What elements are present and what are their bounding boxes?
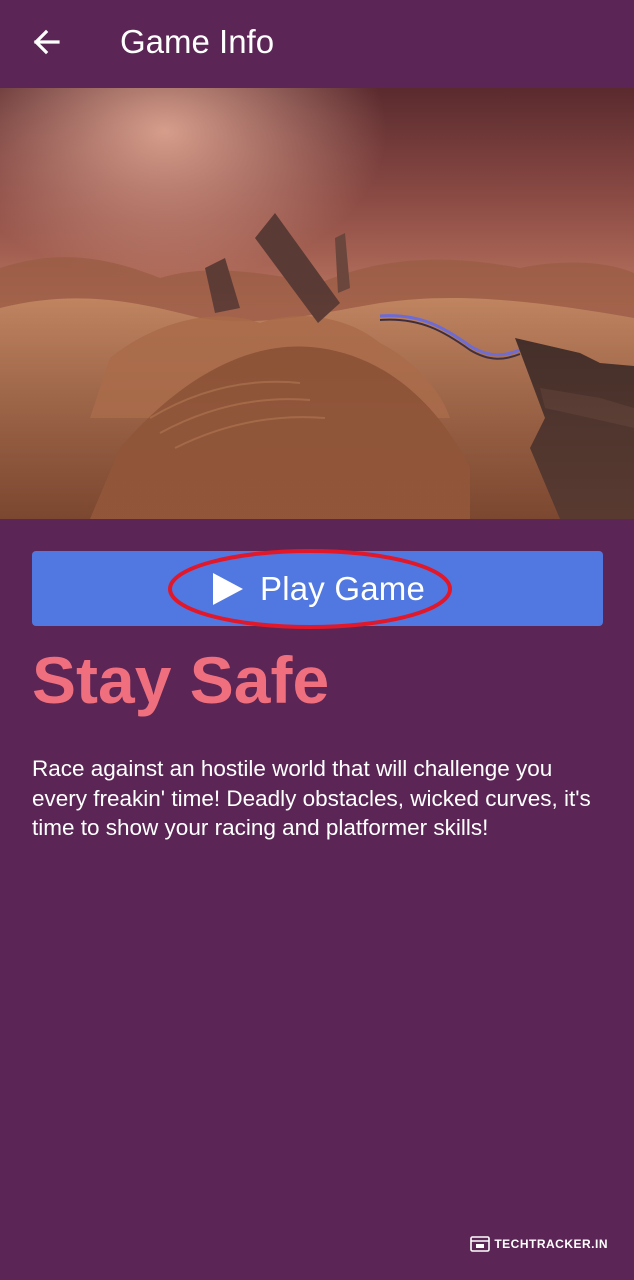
page-title: Game Info xyxy=(120,23,275,60)
play-game-label: Play Game xyxy=(259,569,426,607)
game-description: Race against an hostile world that will … xyxy=(32,756,591,840)
game-banner-image xyxy=(0,88,634,519)
arrow-left-icon xyxy=(33,29,60,55)
play-icon xyxy=(212,572,243,605)
browser-window-icon xyxy=(470,1236,491,1252)
watermark-text: TECHTRACKER.IN xyxy=(494,1237,608,1251)
watermark: TECHTRACKER.IN xyxy=(470,1236,608,1252)
back-button[interactable] xyxy=(22,18,70,66)
app-bar: Game Info xyxy=(0,0,634,88)
game-title: Stay Safe xyxy=(32,643,330,717)
play-game-button[interactable]: Play Game xyxy=(32,551,603,626)
